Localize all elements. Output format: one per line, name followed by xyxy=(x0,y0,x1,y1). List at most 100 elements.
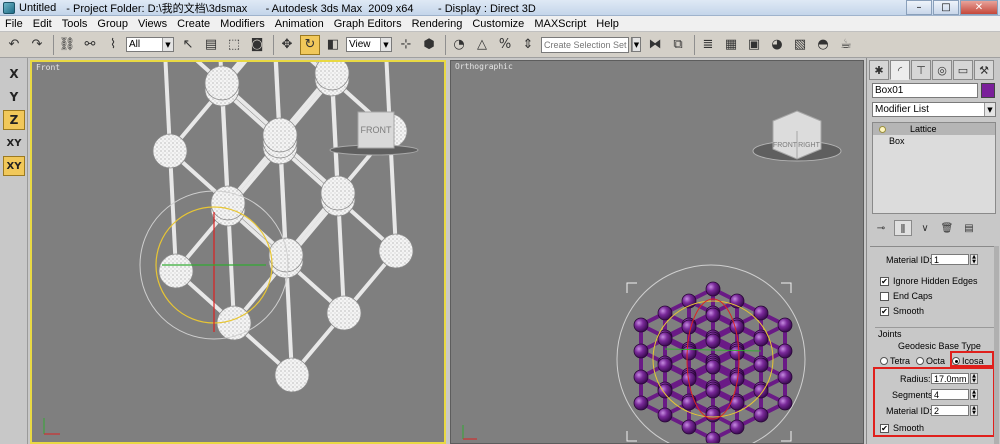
radio-icon[interactable] xyxy=(880,357,888,365)
make-unique-icon[interactable]: ∨ xyxy=(916,220,934,236)
mirror-icon[interactable]: ⧓ xyxy=(645,35,665,55)
show-end-result-icon[interactable]: ǁ xyxy=(894,220,912,236)
move-icon[interactable]: ✥ xyxy=(277,35,297,55)
select-link-icon[interactable]: ⛓ xyxy=(57,35,77,55)
end-caps-checkbox[interactable]: End Caps xyxy=(880,291,933,301)
front-viewport[interactable]: Front FRONT xyxy=(30,60,446,444)
menu-graph-editors[interactable]: Graph Editors xyxy=(329,18,407,30)
quick-render-icon[interactable]: ☕ xyxy=(836,35,856,55)
menu-animation[interactable]: Animation xyxy=(270,18,329,30)
spinner-snap-icon[interactable]: ⇕ xyxy=(518,35,538,55)
maximize-icon[interactable]: □ xyxy=(933,0,959,15)
ignore-hidden-edges-checkbox[interactable]: ✔ Ignore Hidden Edges xyxy=(880,276,978,286)
menu-file[interactable]: File xyxy=(0,18,28,30)
modifier-stack: Lattice Box xyxy=(872,122,996,214)
menu-views[interactable]: Views xyxy=(133,18,172,30)
percent-snap-icon[interactable]: % xyxy=(495,35,515,55)
tetra-radio[interactable]: Tetra xyxy=(880,356,910,366)
menu-modifiers[interactable]: Modifiers xyxy=(215,18,270,30)
command-panel-scrollbar[interactable] xyxy=(994,246,999,444)
configure-modifier-sets-icon[interactable]: ▤ xyxy=(960,220,978,236)
menu-tools[interactable]: Tools xyxy=(57,18,93,30)
menu-edit[interactable]: Edit xyxy=(28,18,57,30)
minimize-icon[interactable]: – xyxy=(906,0,932,15)
layer-manager-icon[interactable]: ≣ xyxy=(698,35,718,55)
menu-group[interactable]: Group xyxy=(92,18,133,30)
axis-y-button[interactable]: Y xyxy=(3,87,25,107)
rectangular-selection-icon[interactable]: ⬚ xyxy=(224,35,244,55)
named-selection-placeholder: Create Selection Set xyxy=(544,39,627,50)
undo-icon[interactable]: ↶ xyxy=(4,35,24,55)
modifier-list-dropdown[interactable]: Modifier List ▼ xyxy=(872,102,996,117)
selection-filter-dropdown[interactable]: All ▼ xyxy=(126,37,174,52)
smooth-struts-checkbox[interactable]: ✔ Smooth xyxy=(880,306,924,316)
stack-item-lattice[interactable]: Lattice xyxy=(873,123,995,135)
rotate-icon[interactable]: ↻ xyxy=(300,34,320,55)
lattice-joint xyxy=(633,395,649,411)
remove-modifier-icon[interactable]: 🗑 xyxy=(938,220,956,236)
axis-xy-plane-button[interactable]: XY xyxy=(3,156,25,176)
viewcube-face-front[interactable]: FRONT xyxy=(773,142,798,149)
object-color-swatch[interactable] xyxy=(981,83,995,98)
snaps-toggle-icon[interactable]: ◔ xyxy=(449,35,469,55)
lightbulb-icon[interactable] xyxy=(879,125,886,133)
menu-help[interactable]: Help xyxy=(591,18,624,30)
axis-z-button[interactable]: Z xyxy=(3,110,25,130)
rendered-frame-icon[interactable]: ◓ xyxy=(813,35,833,55)
scale-icon[interactable]: ◧ xyxy=(323,35,343,55)
unlink-icon[interactable]: ⚯ xyxy=(80,35,100,55)
stack-item-label: Lattice xyxy=(910,124,937,134)
object-name-input[interactable]: Box01 xyxy=(872,83,978,98)
align-icon[interactable]: ⧉ xyxy=(668,35,688,55)
checkmark-icon[interactable]: ✔ xyxy=(880,306,889,316)
schematic-view-icon[interactable]: ▣ xyxy=(744,35,764,55)
orthographic-viewport[interactable]: Orthographic FRONT RIGHT xyxy=(450,60,864,444)
bind-space-warp-icon[interactable]: ⌇ xyxy=(103,35,123,55)
close-icon[interactable]: ✕ xyxy=(960,0,998,15)
toolbar-divider xyxy=(273,34,274,55)
stack-item-box[interactable]: Box xyxy=(873,135,995,147)
menu-create[interactable]: Create xyxy=(172,18,215,30)
redo-icon[interactable]: ↷ xyxy=(27,35,47,55)
menu-customize[interactable]: Customize xyxy=(467,18,529,30)
material-editor-icon[interactable]: ◕ xyxy=(767,35,787,55)
toolbar-divider xyxy=(445,34,446,55)
utilities-tab-icon[interactable]: ⚒ xyxy=(974,60,994,80)
checkmark-icon[interactable]: ✔ xyxy=(880,276,889,286)
display-tab-icon[interactable]: ▭ xyxy=(953,60,973,80)
axis-x-button[interactable]: X xyxy=(3,64,25,84)
lattice-joint xyxy=(158,253,194,289)
named-selection-dropdown[interactable]: ▼ xyxy=(631,37,641,52)
curve-editor-icon[interactable]: ▦ xyxy=(721,35,741,55)
select-by-name-icon[interactable]: ▤ xyxy=(201,35,221,55)
spinner-arrows-icon[interactable]: ▲ ▼ xyxy=(970,254,978,265)
material-id-1-input[interactable]: 1 xyxy=(931,254,969,265)
lattice-joint xyxy=(633,317,649,333)
app-icon[interactable] xyxy=(3,1,15,14)
viewcube-face-front[interactable]: FRONT xyxy=(361,125,392,135)
menu-maxscript[interactable]: MAXScript xyxy=(529,18,591,30)
select-object-icon[interactable]: ↖ xyxy=(178,35,198,55)
create-tab-icon[interactable]: ✱ xyxy=(869,60,889,80)
selection-filter-value: All xyxy=(129,39,141,50)
octa-radio[interactable]: Octa xyxy=(916,356,945,366)
toolbar-divider xyxy=(53,34,54,55)
angle-snap-icon[interactable]: △ xyxy=(472,35,492,55)
radio-icon[interactable] xyxy=(916,357,924,365)
render-setup-icon[interactable]: ▧ xyxy=(790,35,810,55)
checkbox-empty-icon[interactable] xyxy=(880,291,889,301)
axis-xy-button[interactable]: XY xyxy=(3,133,25,153)
pin-stack-icon[interactable]: ⊸ xyxy=(872,220,890,236)
named-selection-input[interactable]: Create Selection Set xyxy=(541,36,629,53)
window-crossing-icon[interactable]: ◙ xyxy=(247,35,267,55)
lattice-joint xyxy=(777,317,793,333)
modify-tab-icon[interactable]: ◜ xyxy=(890,60,910,80)
reference-coordinate-dropdown[interactable]: View ▼ xyxy=(346,37,392,52)
menu-rendering[interactable]: Rendering xyxy=(407,18,468,30)
pivot-center-icon[interactable]: ⊹ xyxy=(396,35,416,55)
select-manipulate-icon[interactable]: ⬢ xyxy=(419,35,439,55)
viewcube-face-right[interactable]: RIGHT xyxy=(798,142,821,149)
hierarchy-tab-icon[interactable]: ⊤ xyxy=(911,60,931,80)
motion-tab-icon[interactable]: ◎ xyxy=(932,60,952,80)
lattice-joint xyxy=(657,331,673,347)
